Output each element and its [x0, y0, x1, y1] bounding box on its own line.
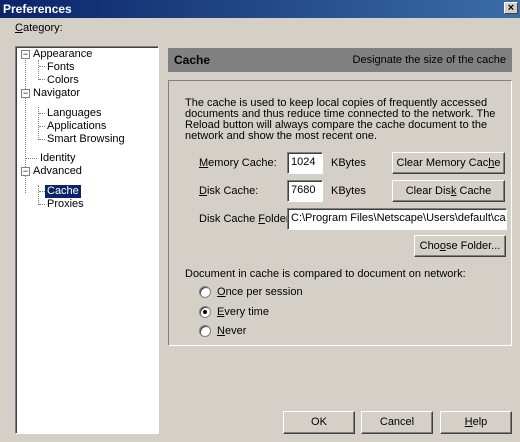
memory-cache-input[interactable]: 1024 — [287, 152, 323, 174]
tree-branch-connector — [39, 204, 45, 205]
cancel-button[interactable]: Cancel — [361, 411, 433, 434]
tree-item-cache[interactable]: Cache — [45, 185, 81, 198]
collapse-icon[interactable]: − — [21, 167, 30, 176]
radio-every-time[interactable]: Every time — [199, 305, 269, 319]
close-icon: × — [507, 2, 515, 14]
collapse-icon[interactable]: − — [21, 89, 30, 98]
tree-branch-connector — [39, 113, 45, 114]
cache-compare-label: Document in cache is compared to documen… — [185, 268, 466, 280]
category-tree[interactable]: − Appearance Fonts Colors − Navigator La… — [15, 46, 159, 434]
tree-item-proxies[interactable]: Proxies — [47, 198, 84, 211]
radio-button[interactable] — [199, 286, 211, 298]
disk-cache-folder-input[interactable]: C:\Program Files\Netscape\Users\default\… — [287, 208, 507, 230]
collapse-icon[interactable]: − — [21, 50, 30, 59]
tree-branch-connector — [39, 139, 45, 140]
panel-header: Cache Designate the size of the cache — [168, 48, 512, 72]
category-label: Category: — [15, 22, 63, 34]
tree-branch-connector — [38, 60, 39, 80]
tree-branch-connector — [39, 79, 45, 80]
ok-button[interactable]: OK — [283, 411, 355, 434]
tree-item-smart-browsing[interactable]: Smart Browsing — [47, 133, 125, 146]
tree-item-languages[interactable]: Languages — [47, 107, 101, 120]
radio-button[interactable] — [199, 306, 211, 318]
close-button[interactable]: × — [504, 2, 518, 14]
radio-never[interactable]: Never — [199, 324, 246, 338]
clear-memory-cache-button[interactable]: Clear Memory Cache — [392, 152, 505, 174]
tree-item-fonts[interactable]: Fonts — [47, 61, 75, 74]
choose-folder-button[interactable]: Choose Folder... — [414, 235, 506, 257]
help-button[interactable]: Help — [440, 411, 512, 434]
tree-item-applications[interactable]: Applications — [47, 120, 106, 133]
tree-item-navigator[interactable]: Navigator — [33, 87, 80, 100]
disk-cache-folder-label: Disk Cache Folder: — [199, 213, 293, 225]
disk-cache-label: Disk Cache: — [199, 185, 259, 197]
panel-title: Cache — [174, 53, 211, 67]
title-bar: Preferences × — [0, 0, 520, 18]
cache-intro-text: The cache is used to keep local copies o… — [185, 97, 496, 142]
clear-disk-cache-button[interactable]: Clear Disk Cache — [392, 180, 505, 202]
disk-cache-input[interactable]: 7680 — [287, 180, 323, 202]
memory-cache-unit: KBytes — [331, 157, 366, 169]
cache-settings-group: The cache is used to keep local copies o… — [168, 80, 512, 346]
radio-label: Never — [217, 325, 247, 337]
tree-branch-connector — [39, 126, 45, 127]
tree-item-colors[interactable]: Colors — [47, 74, 79, 87]
radio-once-per-session[interactable]: Once per session — [199, 285, 303, 299]
panel-description: Designate the size of the cache — [352, 54, 506, 66]
tree-branch-connector — [38, 185, 39, 205]
tree-branch-connector — [39, 66, 45, 67]
tree-item-advanced[interactable]: Advanced — [33, 165, 82, 178]
memory-cache-label: Memory Cache: — [199, 157, 277, 169]
tree-branch-connector — [26, 158, 37, 159]
disk-cache-unit: KBytes — [331, 185, 366, 197]
radio-label: Every time — [217, 306, 269, 318]
radio-button[interactable] — [199, 325, 211, 337]
radio-label: Once per session — [217, 286, 303, 298]
tree-branch-connector — [38, 107, 39, 140]
tree-item-appearance[interactable]: Appearance — [33, 48, 92, 61]
window-title: Preferences — [3, 2, 72, 16]
tree-item-identity[interactable]: Identity — [40, 152, 75, 165]
